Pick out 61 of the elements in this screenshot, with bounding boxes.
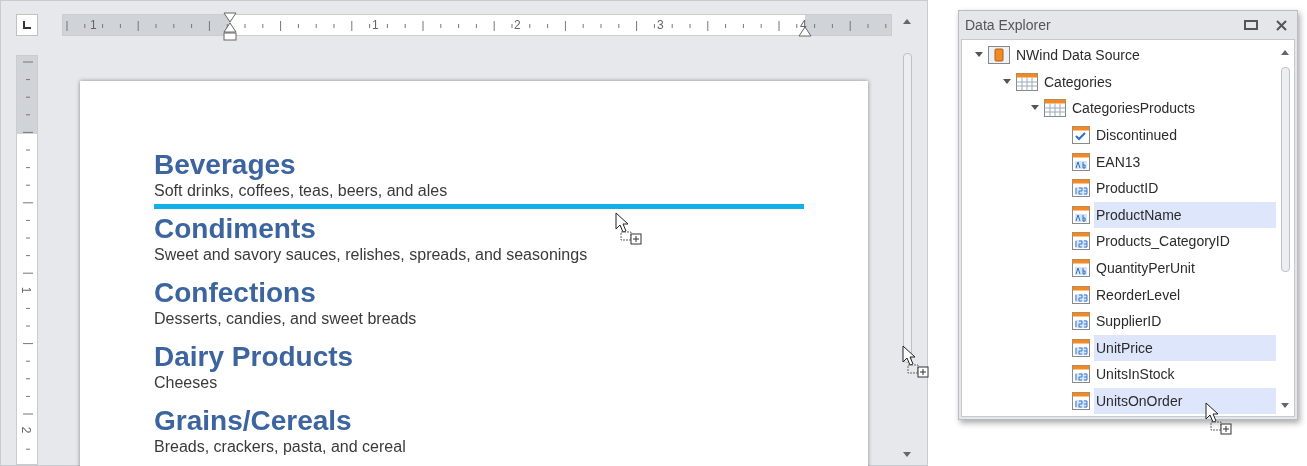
tree-item[interactable]: UnitsInStock — [1094, 361, 1276, 388]
text-field-icon — [1072, 152, 1090, 171]
scrollbar-thumb[interactable] — [902, 53, 912, 363]
ruler-number: 3 — [656, 17, 665, 33]
indent-marker-icon[interactable] — [223, 12, 237, 42]
tree-item[interactable]: SupplierID — [1094, 308, 1276, 335]
tree-item[interactable]: UnitPrice — [1094, 334, 1276, 361]
category-description: Breads, crackers, pasta, and cereal — [154, 437, 406, 456]
expand-arrow-icon[interactable] — [1031, 105, 1039, 112]
number-field-icon — [1072, 312, 1090, 331]
drag-cursor-icon — [615, 212, 645, 246]
tree-item[interactable]: EAN13 — [1094, 148, 1276, 175]
scrollbar-thumb[interactable] — [1280, 66, 1290, 272]
database-icon — [988, 46, 1010, 65]
number-field-icon — [1072, 232, 1090, 251]
expand-arrow-icon[interactable] — [1003, 78, 1011, 85]
number-field-icon — [1072, 392, 1090, 410]
ruler-number: 1 — [89, 17, 98, 33]
tree-item[interactable]: UnitsOnOrder — [1094, 388, 1276, 414]
table-icon — [1044, 99, 1066, 118]
category-heading: Dairy Products — [154, 341, 354, 373]
category-heading: Condiments — [154, 213, 316, 245]
tree-item[interactable]: NWind Data Source — [1014, 42, 1276, 69]
text-field-icon — [1072, 205, 1090, 224]
category-description: Desserts, candies, and sweet breads — [154, 309, 417, 328]
tree-item[interactable]: Categories — [1042, 68, 1276, 95]
ruler-number: 1 — [20, 286, 33, 294]
number-field-icon — [1072, 179, 1090, 198]
table-icon — [1016, 72, 1038, 91]
number-field-icon — [1072, 338, 1090, 357]
scroll-up-icon[interactable] — [903, 19, 911, 24]
expand-arrow-icon[interactable] — [975, 52, 983, 59]
ruler-number: 2 — [20, 426, 33, 434]
category-heading: Grains/Cereals — [154, 405, 352, 437]
number-field-icon — [1072, 365, 1090, 384]
scroll-down-icon[interactable] — [903, 452, 911, 457]
category-description: Soft drinks, coffees, teas, beers, and ales — [154, 181, 448, 200]
tree-item[interactable]: ProductName — [1094, 201, 1276, 228]
ruler-number: 1 — [371, 17, 380, 33]
number-field-icon — [1072, 285, 1090, 304]
tree-item[interactable]: Products_CategoryID — [1094, 228, 1276, 255]
drag-cursor-icon — [902, 345, 932, 379]
tree-item[interactable]: Discontinued — [1094, 122, 1276, 149]
tree-item[interactable]: CategoriesProducts — [1070, 95, 1276, 122]
maximize-icon[interactable] — [1244, 20, 1258, 30]
ruler-number: 2 — [513, 17, 522, 33]
tree-item[interactable]: ReorderLevel — [1094, 281, 1276, 308]
category-description: Sweet and savory sauces, relishes, spreads, and seasonings — [154, 245, 588, 264]
category-heading: Confections — [154, 277, 316, 309]
text-field-icon — [1072, 259, 1090, 278]
close-icon[interactable] — [1276, 19, 1287, 31]
tab-stop-selector[interactable] — [16, 14, 38, 36]
tree-item[interactable]: QuantityPerUnit — [1094, 255, 1276, 282]
scroll-down-icon[interactable] — [1281, 403, 1289, 408]
category-heading: Beverages — [154, 149, 296, 181]
panel-title: Data Explorer — [965, 15, 1052, 35]
tree-item[interactable]: ProductID — [1094, 175, 1276, 202]
checkbox-field-icon — [1072, 126, 1090, 145]
category-description: Cheeses — [154, 373, 218, 392]
left-tab-icon — [23, 21, 31, 29]
scroll-up-icon[interactable] — [1281, 50, 1289, 55]
